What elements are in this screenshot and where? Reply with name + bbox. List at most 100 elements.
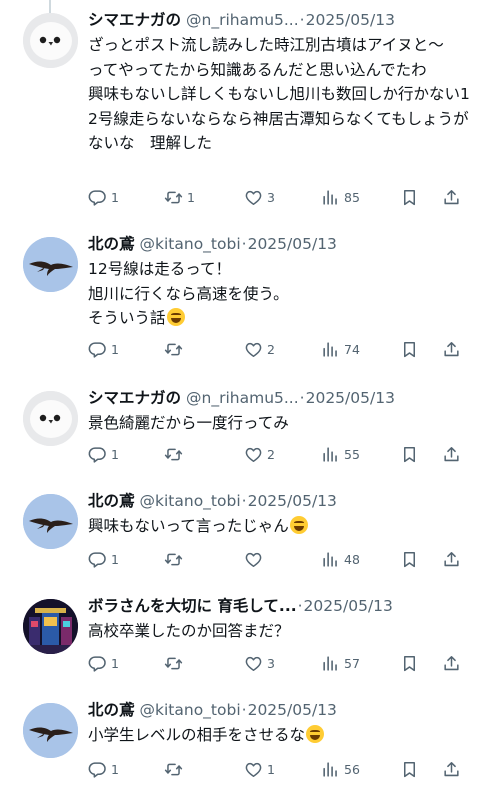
like-button[interactable]: 2 xyxy=(244,337,275,361)
laughing-tears-emoji-icon xyxy=(166,308,185,326)
view-count: 57 xyxy=(344,655,360,671)
like-count: 1 xyxy=(267,761,275,777)
share-button[interactable] xyxy=(442,442,461,466)
timestamp[interactable]: 2025/05/13 xyxy=(248,232,337,256)
bookmark-button[interactable] xyxy=(400,757,419,781)
reply-icon xyxy=(88,654,107,673)
like-button[interactable]: 3 xyxy=(244,651,275,675)
tweet-text: 小学生レベルの相手をさせるな xyxy=(88,723,470,748)
reply-icon xyxy=(88,340,107,359)
retweet-icon xyxy=(164,340,183,359)
kite-bird-avatar-image xyxy=(23,494,78,549)
like-count: 2 xyxy=(267,446,275,462)
avatar[interactable] xyxy=(23,13,78,68)
like-count: 3 xyxy=(267,655,275,671)
tweet-header: 北の鳶 @kitano_tobi · 2025/05/13 xyxy=(88,698,470,722)
tweet-header: ボラさんを大切に 育毛して... · 2025/05/13 xyxy=(88,594,470,618)
heart-icon xyxy=(244,340,263,359)
heart-icon xyxy=(244,760,263,779)
display-name[interactable]: ボラさんを大切に 育毛して... xyxy=(88,594,297,618)
display-name[interactable]: 北の鳶 xyxy=(88,698,135,722)
retweet-button[interactable]: 1 xyxy=(164,185,195,209)
share-button[interactable] xyxy=(442,337,461,361)
views-chart-icon xyxy=(321,550,340,569)
display-name[interactable]: 北の鳶 xyxy=(88,232,135,256)
bookmark-button[interactable] xyxy=(400,185,419,209)
avatar[interactable] xyxy=(23,494,78,549)
view-count: 55 xyxy=(344,446,360,462)
separator-dot: · xyxy=(299,11,305,29)
timestamp[interactable]: 2025/05/13 xyxy=(306,386,395,410)
bookmark-button[interactable] xyxy=(400,547,419,571)
reply-button[interactable]: 1 xyxy=(88,185,119,209)
retweet-button[interactable] xyxy=(164,757,187,781)
retweet-icon xyxy=(164,654,183,673)
like-button[interactable]: 1 xyxy=(244,757,275,781)
retweet-button[interactable] xyxy=(164,337,187,361)
reply-count: 1 xyxy=(111,655,119,671)
reply-button[interactable]: 1 xyxy=(88,651,119,675)
reply-button[interactable]: 1 xyxy=(88,757,119,781)
reply-icon xyxy=(88,188,107,207)
bookmark-icon xyxy=(400,760,419,779)
like-button[interactable]: 2 xyxy=(244,442,275,466)
like-button[interactable] xyxy=(244,547,267,571)
reply-button[interactable]: 1 xyxy=(88,442,119,466)
retweet-icon xyxy=(164,445,183,464)
timestamp[interactable]: 2025/05/13 xyxy=(306,8,395,32)
share-button[interactable] xyxy=(442,185,461,209)
views-button[interactable]: 48 xyxy=(321,547,360,571)
user-handle[interactable]: @n_rihamu5... xyxy=(186,8,299,32)
share-button[interactable] xyxy=(442,757,461,781)
share-icon xyxy=(442,445,461,464)
bookmark-button[interactable] xyxy=(400,337,419,361)
display-name[interactable]: 北の鳶 xyxy=(88,489,135,513)
avatar[interactable] xyxy=(23,391,78,446)
user-handle[interactable]: @kitano_tobi xyxy=(140,232,241,256)
tweet-header: シマエナガの @n_rihamu5... · 2025/05/13 xyxy=(88,8,470,32)
tweet-text: ざっとポスト流し読みした時江別古墳はアイヌと〜 ってやってたから知識あるんだと思… xyxy=(88,36,470,152)
retweet-button[interactable] xyxy=(164,547,187,571)
share-button[interactable] xyxy=(442,547,461,571)
retweet-count: 1 xyxy=(187,189,195,205)
avatar[interactable] xyxy=(23,237,78,292)
bookmark-button[interactable] xyxy=(400,651,419,675)
view-count: 56 xyxy=(344,761,360,777)
tweet-header: 北の鳶 @kitano_tobi · 2025/05/13 xyxy=(88,232,470,256)
display-name[interactable]: シマエナガの xyxy=(88,386,181,410)
views-chart-icon xyxy=(321,654,340,673)
separator-dot: · xyxy=(299,389,305,407)
avatar[interactable] xyxy=(23,599,78,654)
reply-button[interactable]: 1 xyxy=(88,547,119,571)
timestamp[interactable]: 2025/05/13 xyxy=(248,489,337,513)
views-button[interactable]: 55 xyxy=(321,442,360,466)
views-button[interactable]: 56 xyxy=(321,757,360,781)
separator-dot: · xyxy=(241,492,247,510)
user-handle[interactable]: @n_rihamu5... xyxy=(186,386,299,410)
retweet-button[interactable] xyxy=(164,442,187,466)
reply-button[interactable]: 1 xyxy=(88,337,119,361)
views-chart-icon xyxy=(321,760,340,779)
retweet-button[interactable] xyxy=(164,651,187,675)
reply-count: 1 xyxy=(111,189,119,205)
user-handle[interactable]: @kitano_tobi xyxy=(140,698,241,722)
timestamp[interactable]: 2025/05/13 xyxy=(248,698,337,722)
heart-icon xyxy=(244,445,263,464)
tweet-text-content: 小学生レベルの相手をさせるな xyxy=(88,726,306,744)
share-button[interactable] xyxy=(442,651,461,675)
share-icon xyxy=(442,760,461,779)
view-count: 85 xyxy=(344,189,360,205)
views-button[interactable]: 85 xyxy=(321,185,360,209)
avatar[interactable] xyxy=(23,703,78,758)
user-handle[interactable]: @kitano_tobi xyxy=(140,489,241,513)
like-count: 3 xyxy=(267,189,275,205)
reply-count: 1 xyxy=(111,761,119,777)
like-button[interactable]: 3 xyxy=(244,185,275,209)
views-button[interactable]: 74 xyxy=(321,337,360,361)
timestamp[interactable]: 2025/05/13 xyxy=(304,594,393,618)
bookmark-button[interactable] xyxy=(400,442,419,466)
display-name[interactable]: シマエナガの xyxy=(88,8,181,32)
views-button[interactable]: 57 xyxy=(321,651,360,675)
reply-icon xyxy=(88,550,107,569)
heart-icon xyxy=(244,654,263,673)
